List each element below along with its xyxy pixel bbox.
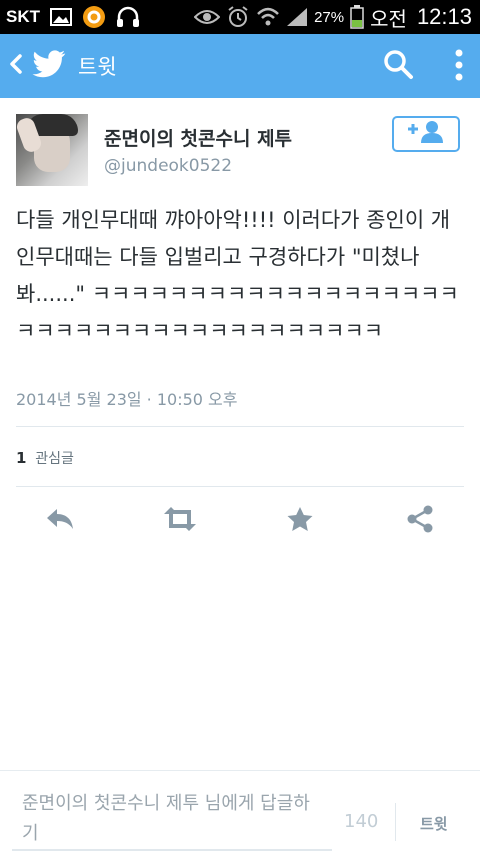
favorites-stat[interactable]: 1 관심글 <box>16 448 74 468</box>
send-tweet-button[interactable]: 트윗 <box>420 813 448 834</box>
battery-icon <box>350 5 364 29</box>
eye-icon <box>194 8 221 26</box>
notification-circle-icon <box>82 5 106 29</box>
tweet-actions <box>0 501 480 545</box>
page-title: 트윗 <box>78 55 117 79</box>
app-bar: 트윗 <box>0 34 480 98</box>
divider <box>16 486 464 487</box>
clock: 12:13 <box>416 4 472 29</box>
author-handle[interactable]: @jundeok0522 <box>104 156 232 176</box>
divider <box>395 803 396 841</box>
time-ampm: 오전 <box>370 8 407 31</box>
reply-bar: 준면이의 첫콘수니 제투 님에게 답글하기 140 트윗 <box>0 770 480 854</box>
divider <box>16 426 464 427</box>
more-vert-icon[interactable] <box>454 48 464 86</box>
author-name[interactable]: 준면이의 첫콘수니 제투 <box>104 124 292 151</box>
reply-placeholder: 준면이의 첫콘수니 제투 님에게 답글하기 <box>22 793 310 844</box>
gallery-icon <box>50 8 72 26</box>
battery-percent: 27% <box>314 8 345 26</box>
retweet-button[interactable] <box>160 501 200 541</box>
back-icon[interactable] <box>8 52 24 80</box>
search-icon[interactable] <box>382 48 414 84</box>
alarm-icon <box>226 5 250 29</box>
favorites-label: 관심글 <box>35 451 74 467</box>
headphones-icon <box>116 6 140 28</box>
tweet-timestamp: 2014년 5월 23일 · 10:50 오후 <box>16 390 238 409</box>
follow-button[interactable] <box>392 116 460 152</box>
favorite-star-icon <box>286 506 314 536</box>
carrier-label: SKT <box>6 7 40 26</box>
status-bar: SKT 27% 오전 12:13 <box>0 0 480 34</box>
reply-input[interactable]: 준면이의 첫콘수니 제투 님에게 답글하기 <box>12 783 332 851</box>
reply-icon <box>45 506 75 536</box>
retweet-icon <box>161 506 199 536</box>
char-count: 140 <box>344 811 379 832</box>
share-icon <box>406 505 434 537</box>
wifi-icon <box>256 6 280 28</box>
share-button[interactable] <box>400 501 440 541</box>
twitter-bird-icon[interactable] <box>32 50 66 82</box>
avatar[interactable] <box>16 114 88 186</box>
add-user-icon <box>406 120 446 148</box>
reply-button[interactable] <box>40 501 80 541</box>
tweet-text: 다들 개인무대때 꺄아아악!!!! 이러다가 종인이 개인무대때는 다들 입벌리… <box>16 208 459 343</box>
favorites-count: 1 <box>16 449 27 467</box>
signal-icon <box>286 7 308 27</box>
favorite-button[interactable] <box>280 501 320 541</box>
